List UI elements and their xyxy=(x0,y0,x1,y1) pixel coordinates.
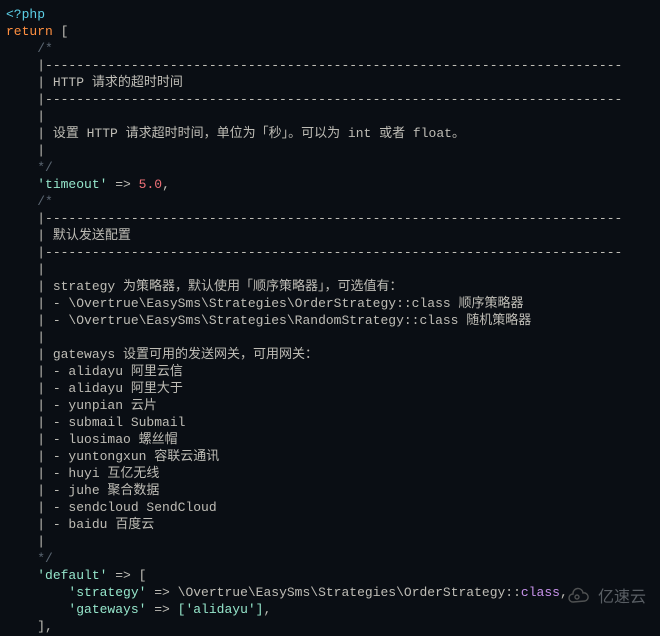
strategy-line: 'strategy' => \Overtrue\EasySms\Strategi… xyxy=(6,584,654,601)
comment: | xyxy=(6,533,654,550)
comment-gw: | - luosimao 螺丝帽 xyxy=(6,431,654,448)
comment-random: | - \Overtrue\EasySms\Strategies\RandomS… xyxy=(6,312,654,329)
comment-title: | HTTP 请求的超时时间 xyxy=(6,74,654,91)
comment: /* xyxy=(6,40,654,57)
comment: | xyxy=(6,142,654,159)
comment-gw: | - submail Submail xyxy=(6,414,654,431)
comment: | xyxy=(6,261,654,278)
comment-gw: | - yuntongxun 容联云通讯 xyxy=(6,448,654,465)
code-block: <?php return [ /* |---------------------… xyxy=(6,6,654,635)
comment: */ xyxy=(6,159,654,176)
comment: |---------------------------------------… xyxy=(6,57,654,74)
comment-order: | - \Overtrue\EasySms\Strategies\OrderSt… xyxy=(6,295,654,312)
comment: |---------------------------------------… xyxy=(6,91,654,108)
comment-gw: | - baidu 百度云 xyxy=(6,516,654,533)
default-line: 'default' => [ xyxy=(6,567,654,584)
comment-gw: | - alidayu 阿里大于 xyxy=(6,380,654,397)
php-open: <?php xyxy=(6,6,654,23)
gateways-line: 'gateways' => ['alidayu'], xyxy=(6,601,654,618)
comment-title: | 默认发送配置 xyxy=(6,227,654,244)
comment-gw: | - juhe 聚合数据 xyxy=(6,482,654,499)
return-line: return [ xyxy=(6,23,654,40)
comment: */ xyxy=(6,550,654,567)
comment: |---------------------------------------… xyxy=(6,244,654,261)
comment-gateways-intro: | gateways 设置可用的发送网关，可用网关： xyxy=(6,346,654,363)
comment: | xyxy=(6,329,654,346)
comment-gw: | - sendcloud SendCloud xyxy=(6,499,654,516)
comment-strategy-intro: | strategy 为策略器，默认使用「顺序策略器」，可选值有： xyxy=(6,278,654,295)
close-sub: ], xyxy=(6,618,654,635)
comment-gw: | - alidayu 阿里云信 xyxy=(6,363,654,380)
comment: | xyxy=(6,108,654,125)
comment-desc: | 设置 HTTP 请求超时时间，单位为「秒」。可以为 int 或者 float… xyxy=(6,125,654,142)
comment-gw: | - yunpian 云片 xyxy=(6,397,654,414)
comment: /* xyxy=(6,193,654,210)
comment-gw: | - huyi 互亿无线 xyxy=(6,465,654,482)
comment: |---------------------------------------… xyxy=(6,210,654,227)
timeout-line: 'timeout' => 5.0, xyxy=(6,176,654,193)
